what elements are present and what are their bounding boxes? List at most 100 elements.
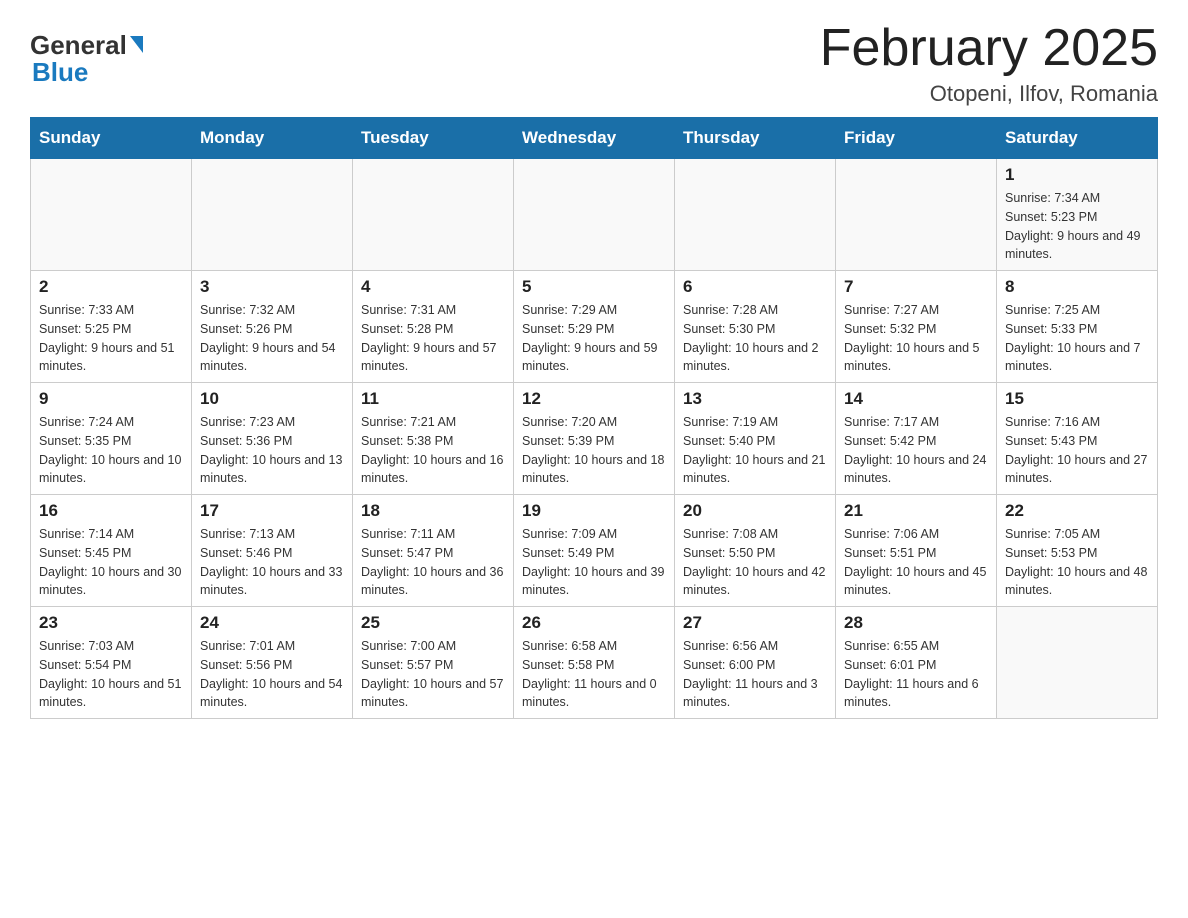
page-header: General Blue February 2025 Otopeni, Ilfo… (30, 20, 1158, 107)
day-info: Sunrise: 7:03 AMSunset: 5:54 PMDaylight:… (39, 637, 183, 712)
day-number: 20 (683, 501, 827, 521)
calendar-cell (836, 159, 997, 271)
month-title: February 2025 (820, 20, 1158, 77)
day-number: 11 (361, 389, 505, 409)
calendar-header-tuesday: Tuesday (353, 118, 514, 159)
calendar-cell: 26 Sunrise: 6:58 AMSunset: 5:58 PMDayligh… (514, 607, 675, 719)
day-number: 10 (200, 389, 344, 409)
day-number: 14 (844, 389, 988, 409)
day-number: 25 (361, 613, 505, 633)
day-number: 3 (200, 277, 344, 297)
day-info: Sunrise: 7:14 AMSunset: 5:45 PMDaylight:… (39, 525, 183, 600)
calendar-cell: 5 Sunrise: 7:29 AMSunset: 5:29 PMDaylight… (514, 271, 675, 383)
day-info: Sunrise: 7:24 AMSunset: 5:35 PMDaylight:… (39, 413, 183, 488)
day-info: Sunrise: 6:55 AMSunset: 6:01 PMDaylight:… (844, 637, 988, 712)
week-row-2: 2 Sunrise: 7:33 AMSunset: 5:25 PMDaylight… (31, 271, 1158, 383)
week-row-4: 16 Sunrise: 7:14 AMSunset: 5:45 PMDayligh… (31, 495, 1158, 607)
calendar-cell: 13 Sunrise: 7:19 AMSunset: 5:40 PMDayligh… (675, 383, 836, 495)
day-info: Sunrise: 7:29 AMSunset: 5:29 PMDaylight:… (522, 301, 666, 376)
calendar-cell: 7 Sunrise: 7:27 AMSunset: 5:32 PMDaylight… (836, 271, 997, 383)
day-number: 17 (200, 501, 344, 521)
calendar-cell (353, 159, 514, 271)
calendar-cell: 22 Sunrise: 7:05 AMSunset: 5:53 PMDayligh… (997, 495, 1158, 607)
day-number: 9 (39, 389, 183, 409)
day-number: 28 (844, 613, 988, 633)
day-info: Sunrise: 7:08 AMSunset: 5:50 PMDaylight:… (683, 525, 827, 600)
day-info: Sunrise: 7:01 AMSunset: 5:56 PMDaylight:… (200, 637, 344, 712)
day-info: Sunrise: 7:34 AMSunset: 5:23 PMDaylight:… (1005, 189, 1149, 264)
week-row-5: 23 Sunrise: 7:03 AMSunset: 5:54 PMDayligh… (31, 607, 1158, 719)
calendar-cell: 12Sunrise: 7:20 AMSunset: 5:39 PMDayligh… (514, 383, 675, 495)
day-info: Sunrise: 7:23 AMSunset: 5:36 PMDaylight:… (200, 413, 344, 488)
day-number: 12 (522, 389, 666, 409)
day-number: 19 (522, 501, 666, 521)
logo-blue-text: Blue (32, 57, 88, 88)
day-info: Sunrise: 7:17 AMSunset: 5:42 PMDaylight:… (844, 413, 988, 488)
calendar-cell: 4 Sunrise: 7:31 AMSunset: 5:28 PMDaylight… (353, 271, 514, 383)
day-info: Sunrise: 7:19 AMSunset: 5:40 PMDaylight:… (683, 413, 827, 488)
calendar-cell: 16 Sunrise: 7:14 AMSunset: 5:45 PMDayligh… (31, 495, 192, 607)
calendar-cell: 9 Sunrise: 7:24 AMSunset: 5:35 PMDaylight… (31, 383, 192, 495)
calendar-cell: 14 Sunrise: 7:17 AMSunset: 5:42 PMDayligh… (836, 383, 997, 495)
day-number: 7 (844, 277, 988, 297)
day-number: 18 (361, 501, 505, 521)
day-number: 16 (39, 501, 183, 521)
calendar-header-thursday: Thursday (675, 118, 836, 159)
calendar-cell: 8 Sunrise: 7:25 AMSunset: 5:33 PMDaylight… (997, 271, 1158, 383)
calendar-cell: 11 Sunrise: 7:21 AMSunset: 5:38 PMDayligh… (353, 383, 514, 495)
calendar-cell (997, 607, 1158, 719)
calendar-cell: 27 Sunrise: 6:56 AMSunset: 6:00 PMDayligh… (675, 607, 836, 719)
title-block: February 2025 Otopeni, Ilfov, Romania (820, 20, 1158, 107)
day-info: Sunrise: 7:33 AMSunset: 5:25 PMDaylight:… (39, 301, 183, 376)
calendar-cell: 17 Sunrise: 7:13 AMSunset: 5:46 PMDayligh… (192, 495, 353, 607)
calendar-cell: 6Sunrise: 7:28 AMSunset: 5:30 PMDaylight… (675, 271, 836, 383)
calendar-header-sunday: Sunday (31, 118, 192, 159)
day-info: Sunrise: 7:25 AMSunset: 5:33 PMDaylight:… (1005, 301, 1149, 376)
day-number: 15 (1005, 389, 1149, 409)
day-number: 27 (683, 613, 827, 633)
calendar-header-saturday: Saturday (997, 118, 1158, 159)
day-number: 4 (361, 277, 505, 297)
day-info: Sunrise: 7:21 AMSunset: 5:38 PMDaylight:… (361, 413, 505, 488)
calendar-cell: 21 Sunrise: 7:06 AMSunset: 5:51 PMDayligh… (836, 495, 997, 607)
calendar-cell: 23 Sunrise: 7:03 AMSunset: 5:54 PMDayligh… (31, 607, 192, 719)
calendar-cell (31, 159, 192, 271)
calendar-cell: 19 Sunrise: 7:09 AMSunset: 5:49 PMDayligh… (514, 495, 675, 607)
week-row-1: 1 Sunrise: 7:34 AMSunset: 5:23 PMDaylight… (31, 159, 1158, 271)
day-info: Sunrise: 6:58 AMSunset: 5:58 PMDaylight:… (522, 637, 666, 712)
week-row-3: 9 Sunrise: 7:24 AMSunset: 5:35 PMDaylight… (31, 383, 1158, 495)
day-number: 24 (200, 613, 344, 633)
day-number: 8 (1005, 277, 1149, 297)
calendar-cell: 28 Sunrise: 6:55 AMSunset: 6:01 PMDayligh… (836, 607, 997, 719)
calendar-cell: 24 Sunrise: 7:01 AMSunset: 5:56 PMDayligh… (192, 607, 353, 719)
day-info: Sunrise: 7:09 AMSunset: 5:49 PMDaylight:… (522, 525, 666, 600)
calendar-cell: 15Sunrise: 7:16 AMSunset: 5:43 PMDayligh… (997, 383, 1158, 495)
day-number: 26 (522, 613, 666, 633)
day-info: Sunrise: 7:11 AMSunset: 5:47 PMDaylight:… (361, 525, 505, 600)
day-info: Sunrise: 7:31 AMSunset: 5:28 PMDaylight:… (361, 301, 505, 376)
calendar-header-wednesday: Wednesday (514, 118, 675, 159)
day-info: Sunrise: 6:56 AMSunset: 6:00 PMDaylight:… (683, 637, 827, 712)
calendar-cell (192, 159, 353, 271)
calendar-cell (675, 159, 836, 271)
day-number: 13 (683, 389, 827, 409)
day-number: 23 (39, 613, 183, 633)
day-info: Sunrise: 7:00 AMSunset: 5:57 PMDaylight:… (361, 637, 505, 712)
day-info: Sunrise: 7:27 AMSunset: 5:32 PMDaylight:… (844, 301, 988, 376)
calendar-header-friday: Friday (836, 118, 997, 159)
calendar-cell: 3Sunrise: 7:32 AMSunset: 5:26 PMDaylight… (192, 271, 353, 383)
day-number: 1 (1005, 165, 1149, 185)
day-number: 21 (844, 501, 988, 521)
day-info: Sunrise: 7:13 AMSunset: 5:46 PMDaylight:… (200, 525, 344, 600)
location-subtitle: Otopeni, Ilfov, Romania (820, 81, 1158, 107)
calendar-header-row: SundayMondayTuesdayWednesdayThursdayFrid… (31, 118, 1158, 159)
day-number: 5 (522, 277, 666, 297)
day-info: Sunrise: 7:05 AMSunset: 5:53 PMDaylight:… (1005, 525, 1149, 600)
day-info: Sunrise: 7:28 AMSunset: 5:30 PMDaylight:… (683, 301, 827, 376)
day-info: Sunrise: 7:06 AMSunset: 5:51 PMDaylight:… (844, 525, 988, 600)
calendar-cell: 25 Sunrise: 7:00 AMSunset: 5:57 PMDayligh… (353, 607, 514, 719)
day-number: 22 (1005, 501, 1149, 521)
day-number: 2 (39, 277, 183, 297)
logo: General Blue (30, 30, 143, 88)
calendar-cell: 1 Sunrise: 7:34 AMSunset: 5:23 PMDaylight… (997, 159, 1158, 271)
